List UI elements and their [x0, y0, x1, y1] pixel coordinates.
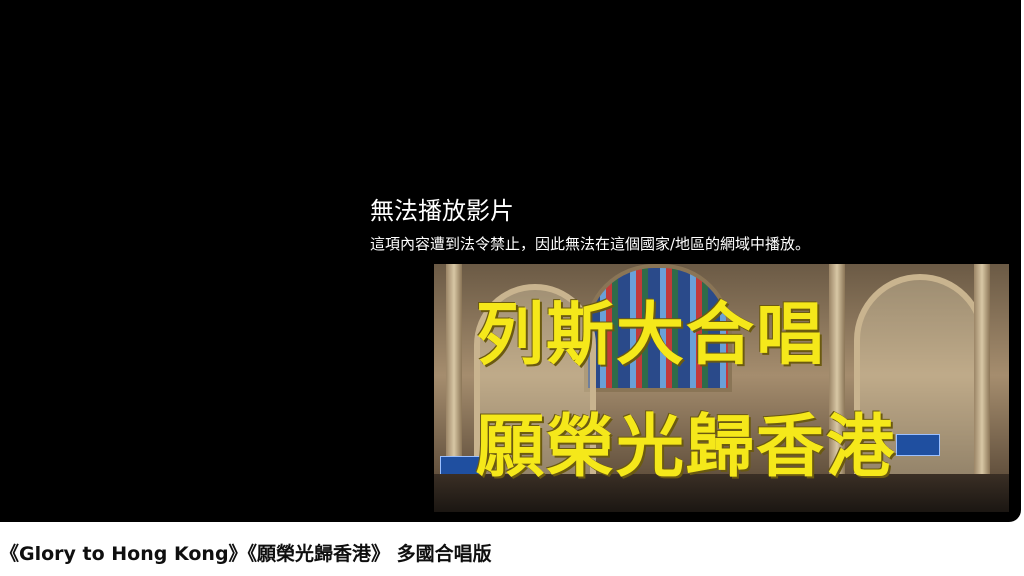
thumbnail-overlay-text: 願榮光歸香港 — [476, 408, 897, 487]
video-title: 《Glory to Hong Kong》《願榮光歸香港》 多國合唱版 — [0, 543, 492, 565]
video-thumbnail: 列斯大合唱 願榮光歸香港 — [434, 264, 1009, 512]
thumbnail-overlay-text: 列斯大合唱 — [476, 296, 827, 375]
playback-error-message: 這項內容遭到法令禁止，因此無法在這個國家/地區的網域中播放。 — [370, 235, 811, 253]
playback-error-title: 無法播放影片 — [370, 197, 514, 225]
page: 無法播放影片 這項內容遭到法令禁止，因此無法在這個國家/地區的網域中播放。 列斯… — [0, 0, 1024, 576]
video-player[interactable]: 無法播放影片 這項內容遭到法令禁止，因此無法在這個國家/地區的網域中播放。 列斯… — [0, 0, 1021, 522]
